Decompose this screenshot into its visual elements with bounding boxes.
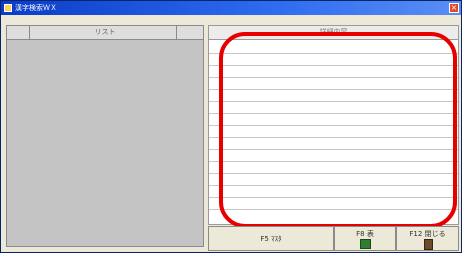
window-title: 漢字検索ＷＸ <box>15 4 57 12</box>
left-list-panel[interactable] <box>6 25 204 247</box>
app-icon <box>4 4 12 12</box>
title-bar[interactable]: 漢字検索ＷＸ × <box>1 1 461 15</box>
f12-button-label: F12 閉じる <box>409 230 446 238</box>
f8-table-button[interactable]: F8 表 <box>334 226 396 251</box>
close-icon[interactable]: × <box>449 3 459 13</box>
red-highlight-annotation <box>219 32 457 228</box>
application-window: 漢字検索ＷＸ × リスト 詳細内容 F5 ﾏｽﾀ F8 表 F12 閉じる <box>0 0 462 253</box>
grid-icon <box>360 239 371 249</box>
f5-master-button[interactable]: F5 ﾏｽﾀ <box>208 226 334 251</box>
left-header-column <box>29 25 177 40</box>
f12-close-button[interactable]: F12 閉じる <box>396 226 459 251</box>
door-exit-icon <box>423 239 433 250</box>
f8-button-label: F8 表 <box>356 230 374 238</box>
f5-button-label: F5 ﾏｽﾀ <box>260 235 282 243</box>
